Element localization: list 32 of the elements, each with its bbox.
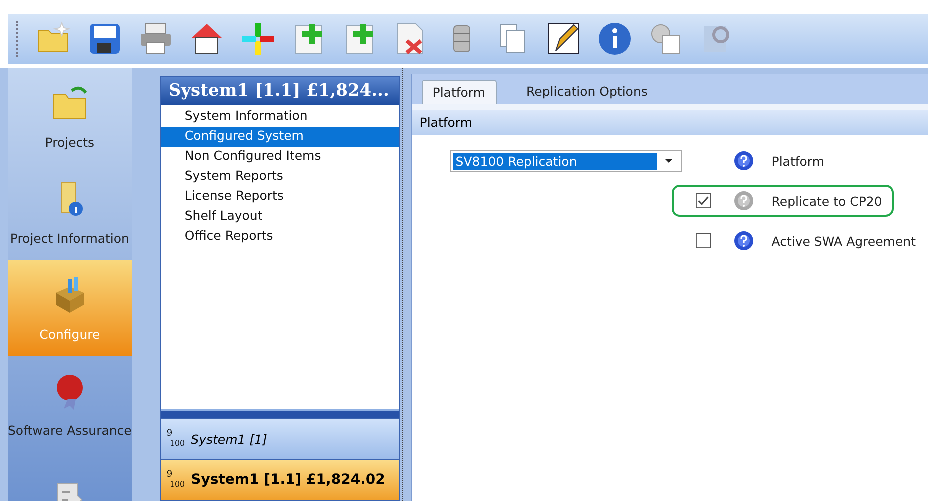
splitter-handle[interactable] (160, 409, 400, 418)
tab[interactable]: Platform (422, 80, 497, 104)
tree-title: System1 [1.1] £1,824... (160, 77, 400, 105)
tree-item[interactable]: Non Configured Items (160, 147, 400, 167)
fraction-icon: 9 100 (166, 430, 186, 448)
tree-item[interactable]: System Reports (160, 167, 400, 187)
save-icon[interactable] (87, 21, 123, 57)
option-label: Platform (772, 154, 825, 168)
tree-item[interactable]: Configured System (160, 127, 400, 147)
nav-item[interactable]: Software Assurance (8, 356, 132, 452)
option-label: Active SWA Agreement (772, 234, 916, 248)
checkbox[interactable] (696, 233, 711, 249)
help-icon[interactable] (734, 151, 754, 171)
tree-item[interactable]: Shelf Layout (160, 207, 400, 227)
caret-icon (664, 159, 673, 163)
section-header: Platform (412, 110, 928, 135)
tree-item[interactable]: System Information (160, 107, 400, 127)
tree-item[interactable]: License Reports (160, 187, 400, 207)
tree-item[interactable]: Office Reports (160, 227, 400, 247)
tab[interactable]: Replication Options (516, 80, 658, 104)
printer-icon[interactable] (138, 21, 174, 57)
system-item[interactable]: 9 100 System1 [1] (160, 418, 400, 459)
platform-dropdown[interactable]: SV8100 Replication (450, 150, 682, 172)
system-item[interactable]: 9 100 System1 [1.1] £1,824.02 (160, 459, 400, 500)
info-icon[interactable] (597, 21, 633, 57)
fraction-icon: 9 100 (166, 471, 186, 489)
nav-item[interactable]: Projects (8, 68, 132, 164)
option-label: Replicate to CP20 (772, 194, 882, 208)
help-icon[interactable] (734, 231, 754, 251)
pen-icon[interactable] (546, 21, 582, 57)
nav-item[interactable]: Project Information (8, 164, 132, 260)
checkbox[interactable] (696, 193, 711, 209)
